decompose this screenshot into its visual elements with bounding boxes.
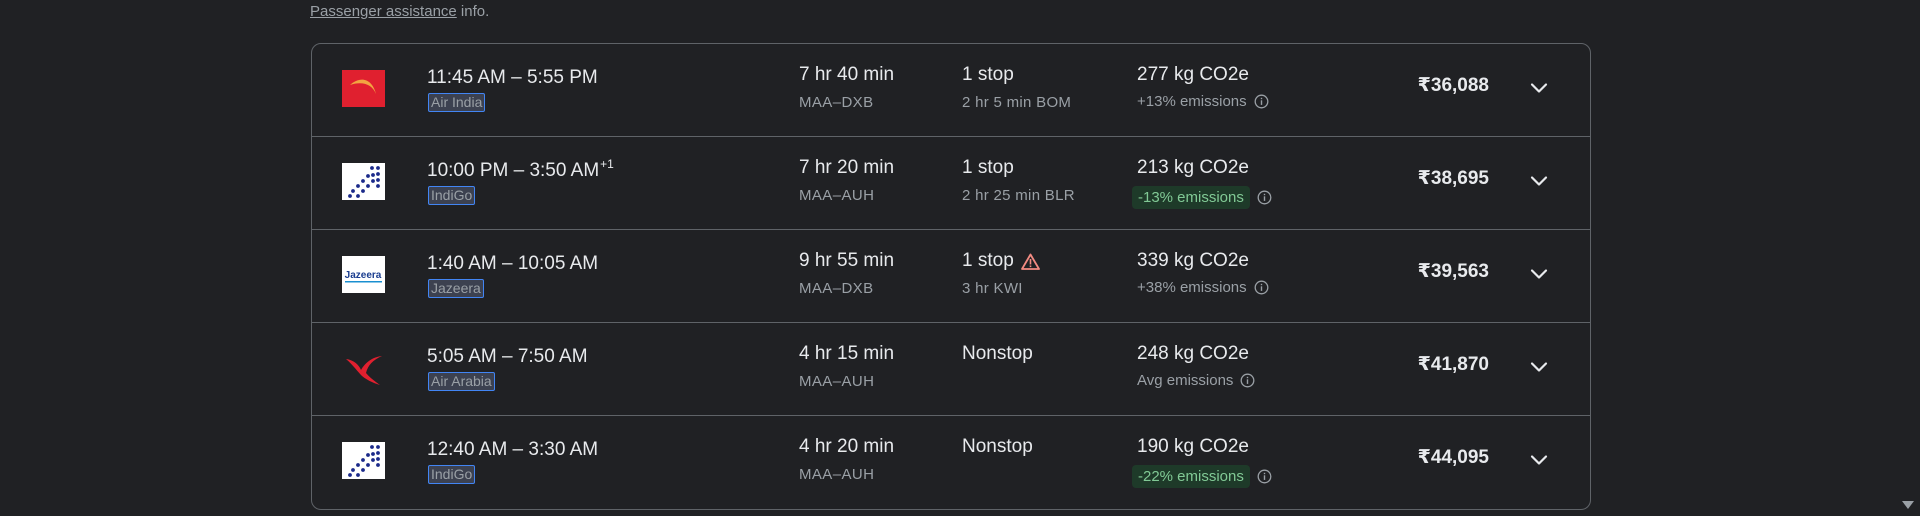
flight-duration: 7 hr 20 min	[799, 157, 895, 178]
stops-summary: 1 stop	[962, 250, 1040, 272]
chevron-down-icon	[1530, 362, 1548, 372]
flight-row[interactable]: 10:00 PM – 3:50 AM+1 IndiGo 7 hr 20 min MAA…	[312, 137, 1590, 230]
flight-times: 12:40 AM – 3:30 AM	[427, 436, 599, 461]
emissions-badge: +38% emissions	[1137, 279, 1247, 296]
layover-detail: 2 hr 25 min BLR	[962, 187, 1075, 204]
stops-count: Nonstop	[962, 343, 1033, 364]
flight-duration: 4 hr 15 min	[799, 343, 895, 364]
flight-duration: 9 hr 55 min	[799, 250, 895, 271]
flight-times: 1:40 AM – 10:05 AM	[427, 250, 599, 275]
stops-summary: Nonstop	[962, 436, 1033, 458]
flight-row[interactable]: 5:05 AM – 7:50 AM Air Arabia 4 hr 15 min MA…	[312, 323, 1590, 416]
layover-detail: 3 hr KWI	[962, 280, 1023, 297]
flight-times: 5:05 AM – 7:50 AM	[427, 343, 589, 368]
flight-results-page: Passenger assistance info. 11:45 AM – 5:…	[0, 0, 1920, 516]
co2-amount: 213 kg CO2e	[1137, 157, 1249, 178]
flight-price: ₹41,870	[1417, 354, 1489, 375]
info-icon[interactable]	[1240, 373, 1255, 388]
air-arabia-logo	[342, 349, 385, 386]
flight-route: MAA–AUH	[799, 187, 875, 204]
flight-times: 11:45 AM – 5:55 PM	[427, 64, 599, 89]
departure-arrival-times: 10:00 PM – 3:50 AM	[427, 160, 600, 181]
departure-arrival-times: 11:45 AM – 5:55 PM	[427, 67, 598, 88]
indigo-logo	[342, 163, 385, 200]
flight-price: ₹36,088	[1417, 75, 1489, 96]
flight-route: MAA–AUH	[799, 373, 875, 390]
chevron-down-icon	[1530, 455, 1548, 465]
expand-details-button[interactable]	[1525, 353, 1553, 381]
flight-row[interactable]: Jazeera 1:40 AM – 10:05 AM Jazeera 9 hr 55 …	[312, 230, 1590, 323]
co2-amount: 277 kg CO2e	[1137, 64, 1249, 85]
expand-details-button[interactable]	[1525, 74, 1553, 102]
chevron-down-icon	[1530, 269, 1548, 279]
stops-count: 1 stop	[962, 250, 1014, 271]
departure-arrival-times: 12:40 AM – 3:30 AM	[427, 439, 599, 460]
emissions-badge: -22% emissions	[1132, 465, 1250, 488]
flight-list: 11:45 AM – 5:55 PM Air India 7 hr 40 min MA…	[311, 43, 1591, 510]
airline-name: Air Arabia	[428, 372, 495, 391]
airline-name: IndiGo	[428, 186, 476, 205]
expand-details-button[interactable]	[1525, 446, 1553, 474]
chevron-down-icon	[1530, 176, 1548, 186]
flight-duration: 4 hr 20 min	[799, 436, 895, 457]
emissions-badge: Avg emissions	[1137, 372, 1234, 389]
flight-row[interactable]: 12:40 AM – 3:30 AM IndiGo 4 hr 20 min MAA–A…	[312, 416, 1590, 509]
warning-icon	[1020, 253, 1040, 270]
flight-route: MAA–AUH	[799, 466, 875, 483]
co2-amount: 339 kg CO2e	[1137, 250, 1249, 271]
airline-name: IndiGo	[428, 465, 476, 484]
stops-count: 1 stop	[962, 157, 1014, 178]
emissions-info: -13% emissions	[1132, 186, 1272, 209]
stops-count: 1 stop	[962, 64, 1014, 85]
flight-times: 10:00 PM – 3:50 AM+1	[427, 157, 614, 182]
emissions-info: -22% emissions	[1132, 465, 1272, 488]
info-icon[interactable]	[1254, 94, 1269, 109]
emissions-info: Avg emissions	[1137, 372, 1255, 389]
next-day-indicator: +1	[600, 157, 614, 171]
chevron-down-icon	[1530, 83, 1548, 93]
air-india-logo	[342, 70, 385, 107]
flight-price: ₹39,563	[1417, 261, 1489, 282]
flight-route: MAA–DXB	[799, 280, 874, 297]
co2-amount: 248 kg CO2e	[1137, 343, 1249, 364]
assistance-suffix: info.	[456, 3, 490, 20]
flight-price: ₹44,095	[1417, 447, 1489, 468]
info-icon[interactable]	[1254, 280, 1269, 295]
airline-name: Jazeera	[428, 279, 484, 298]
expand-details-button[interactable]	[1525, 167, 1553, 195]
flight-price: ₹38,695	[1417, 168, 1489, 189]
info-icon[interactable]	[1257, 190, 1272, 205]
indigo-logo	[342, 442, 385, 479]
passenger-assistance-link[interactable]: Passenger assistance	[310, 3, 457, 20]
jazeera-logo: Jazeera	[342, 256, 385, 293]
stops-summary: Nonstop	[962, 343, 1033, 365]
emissions-badge: +13% emissions	[1137, 93, 1247, 110]
emissions-info: +38% emissions	[1137, 279, 1269, 296]
info-icon[interactable]	[1257, 469, 1272, 484]
departure-arrival-times: 1:40 AM – 10:05 AM	[427, 253, 599, 274]
departure-arrival-times: 5:05 AM – 7:50 AM	[427, 346, 588, 367]
stops-count: Nonstop	[962, 436, 1033, 457]
emissions-badge: -13% emissions	[1132, 186, 1250, 209]
svg-text:Jazeera: Jazeera	[345, 270, 382, 281]
flight-duration: 7 hr 40 min	[799, 64, 895, 85]
expand-details-button[interactable]	[1525, 260, 1553, 288]
layover-detail: 2 hr 5 min BOM	[962, 94, 1072, 111]
stops-summary: 1 stop	[962, 64, 1014, 86]
passenger-assistance-note: Passenger assistance info.	[310, 3, 489, 20]
scroll-down-arrow-icon[interactable]	[1901, 499, 1915, 511]
co2-amount: 190 kg CO2e	[1137, 436, 1249, 457]
flight-route: MAA–DXB	[799, 94, 874, 111]
flight-row[interactable]: 11:45 AM – 5:55 PM Air India 7 hr 40 min MA…	[312, 44, 1590, 137]
emissions-info: +13% emissions	[1137, 93, 1269, 110]
airline-name: Air India	[428, 93, 486, 112]
stops-summary: 1 stop	[962, 157, 1014, 179]
